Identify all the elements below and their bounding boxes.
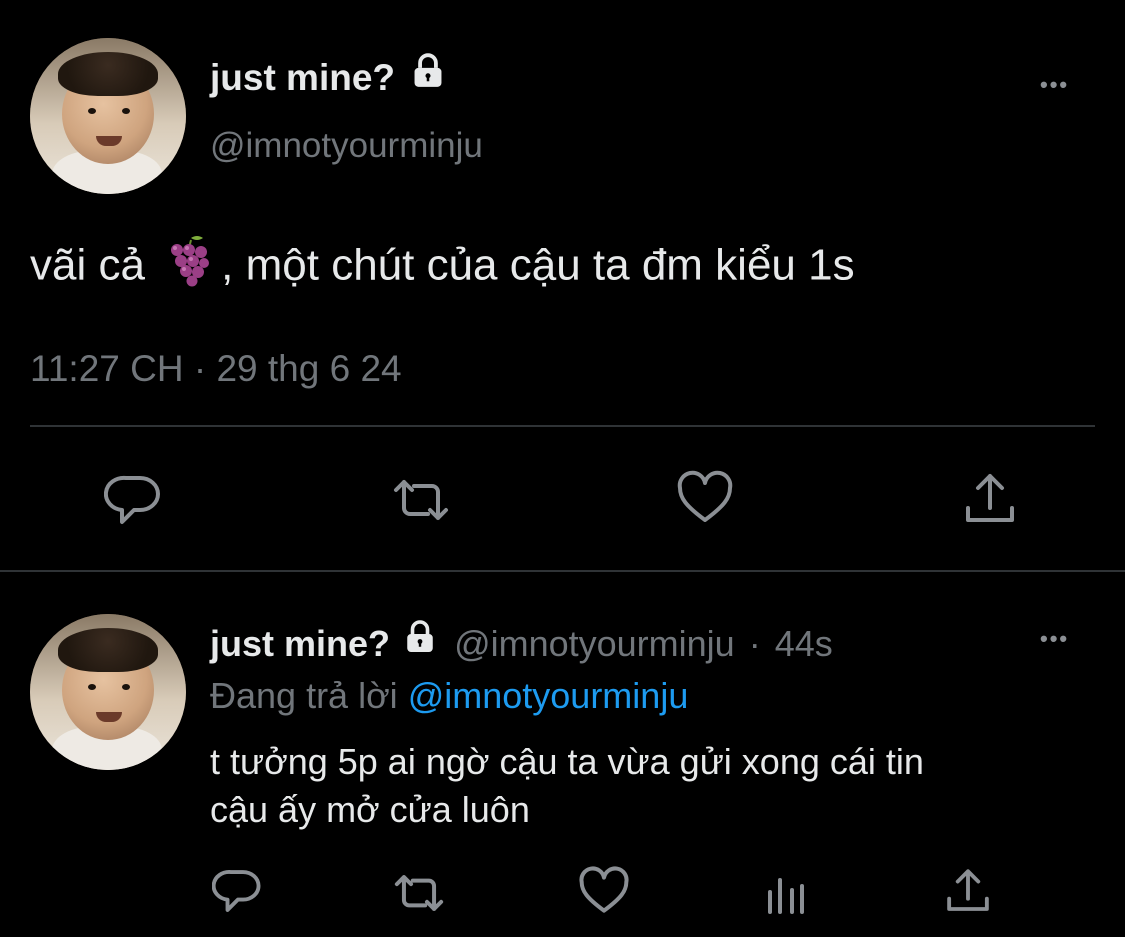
avatar-eye [122, 108, 130, 114]
reply-icon[interactable] [212, 866, 262, 916]
avatar-eye [122, 684, 130, 690]
avatar-eye [88, 108, 96, 114]
reply-icon[interactable] [104, 472, 162, 528]
analytics-icon[interactable] [764, 870, 808, 916]
replying-prefix: Đang trả lời [210, 675, 398, 716]
retweet-icon[interactable] [388, 868, 450, 918]
lock-icon [409, 52, 447, 100]
more-options-icon[interactable]: ••• [1040, 72, 1069, 98]
tweet-header: just mine? [210, 53, 447, 100]
grapes-emoji [161, 232, 217, 304]
handle[interactable]: @imnotyourminju [210, 124, 483, 168]
reply-avatar[interactable] [30, 614, 186, 770]
share-icon[interactable] [944, 866, 992, 916]
avatar-eye [88, 684, 96, 690]
avatar[interactable] [30, 38, 186, 194]
reply-header: just mine? @imnotyourminju · 44s [210, 619, 833, 666]
reply-text-line: cậu ấy mở cửa luôn [210, 789, 530, 830]
reply-text-line: t tưởng 5p ai ngờ cậu ta vừa gửi xong cá… [210, 741, 924, 782]
divider [30, 425, 1095, 427]
tweet-text: vãi cả , một chút của cậu ta đm kiểu 1s [30, 232, 855, 304]
reply-time[interactable]: 44s [775, 623, 833, 664]
reply-more-options-icon[interactable]: ••• [1040, 626, 1069, 652]
reply-display-name[interactable]: just mine? [210, 623, 390, 664]
separator: · [748, 623, 761, 664]
like-icon[interactable] [578, 866, 630, 916]
avatar-hair [58, 52, 158, 96]
retweet-icon[interactable] [386, 472, 456, 528]
like-icon[interactable] [676, 470, 734, 526]
avatar-hair [58, 628, 158, 672]
tweet-text-part: , một chút của cậu ta đm kiểu 1s [221, 240, 855, 290]
timestamp[interactable]: 11:27 CH · 29 thg 6 24 [30, 346, 402, 392]
replying-to: Đang trả lời @imnotyourminju [210, 674, 688, 718]
replying-mention-link[interactable]: @imnotyourminju [408, 675, 689, 716]
reply-text: t tưởng 5p ai ngờ cậu ta vừa gửi xong cá… [210, 738, 924, 834]
share-icon[interactable] [962, 470, 1018, 528]
section-divider [0, 570, 1125, 572]
display-name[interactable]: just mine? [210, 57, 395, 98]
lock-icon [402, 619, 438, 665]
reply-handle[interactable]: @imnotyourminju [454, 623, 735, 664]
tweet-text-part: vãi cả [30, 240, 158, 290]
